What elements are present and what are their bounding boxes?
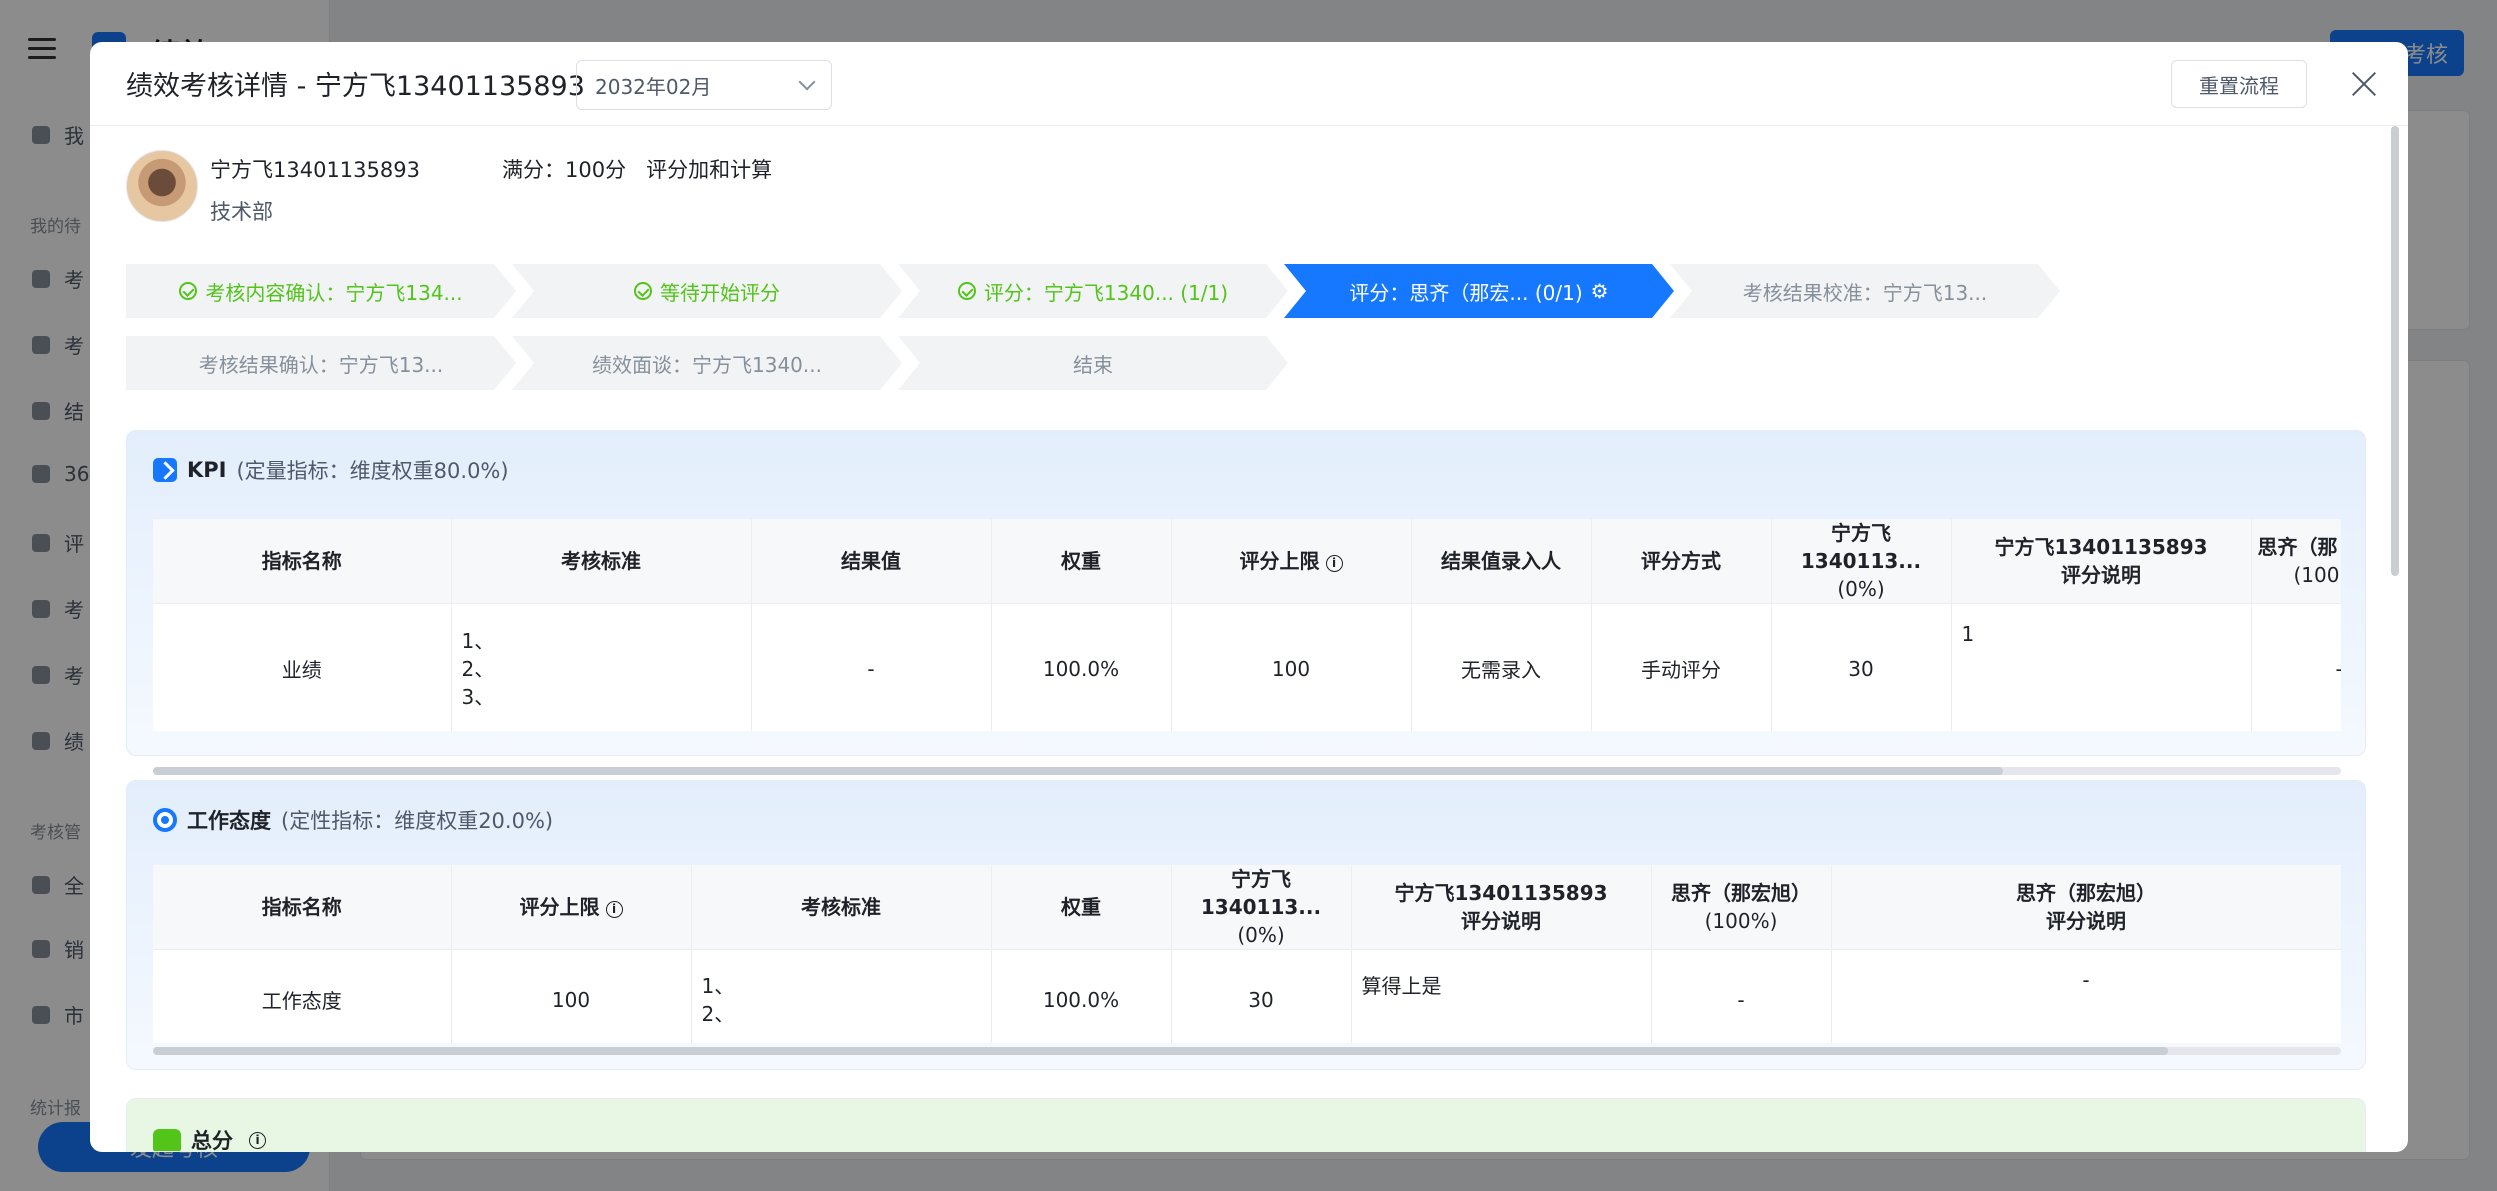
gear-icon: ⚙ <box>1590 279 1609 303</box>
calc-mode: 评分加和计算 <box>646 158 773 182</box>
result-value: - <box>751 603 992 731</box>
col-header: 思齐（那 (100 <box>2251 519 2341 604</box>
col-header: 宁方飞13401135893 评分说明 <box>1951 519 2252 604</box>
attitude-header: 工作态度 (定性指标：维度权重20.0%) <box>153 805 553 835</box>
col-header: 评分上限 i <box>1171 519 1412 604</box>
kpi-header: KPI (定量指标：维度权重80.0%) <box>153 455 509 485</box>
reviewer-score: - <box>2251 603 2341 731</box>
scrollbar-thumb[interactable] <box>153 1047 2168 1055</box>
assessment-standard: 1、 2、 <box>691 949 992 1043</box>
self-score: 30 <box>1771 603 1952 731</box>
total-section: 总分 i <box>126 1098 2366 1152</box>
table-header-row: 指标名称 考核标准 结果值 权重 评分上限 i 结果值录入人 评分方式 宁方飞13… <box>153 519 2341 604</box>
modal-title: 绩效考核详情 - 宁方飞13401135893 <box>126 71 585 102</box>
col-header: 宁方飞1340113... (0%) <box>1771 519 1952 604</box>
weight: 100.0% <box>991 949 1172 1043</box>
table-header-row: 指标名称 评分上限 i 考核标准 权重 宁方飞1340113... (0%) 宁方飞… <box>153 865 2341 950</box>
col-header: 指标名称 <box>153 865 452 950</box>
attitude-subtitle: (定性指标：维度权重20.0%) <box>281 809 554 833</box>
total-header: 总分 i <box>153 1125 266 1152</box>
step-item-active[interactable]: 评分：思齐（那宏... (0/1) ⚙ <box>1284 264 1674 318</box>
avatar <box>126 150 198 222</box>
col-header: 考核标准 <box>691 865 992 950</box>
attitude-table-wrap: 指标名称 评分上限 i 考核标准 权重 宁方飞1340113... (0%) 宁方飞… <box>153 865 2341 1043</box>
table-row: 业绩 1、2、3、 - 100.0% 100 无需录入 手动评分 30 1 - <box>153 603 2341 731</box>
check-circle-icon <box>958 282 976 300</box>
col-header: 结果值 <box>751 519 992 604</box>
step-item[interactable]: 绩效面谈：宁方飞1340... <box>512 336 902 390</box>
check-circle-icon <box>179 282 197 300</box>
self-score-note: 算得上是 <box>1351 949 1652 1043</box>
kpi-table: 指标名称 考核标准 结果值 权重 评分上限 i 结果值录入人 评分方式 宁方飞13… <box>153 519 2341 731</box>
result-entry: 无需录入 <box>1411 603 1592 731</box>
vertical-scrollbar[interactable] <box>2390 126 2400 1146</box>
indicator-name: 业绩 <box>153 603 452 731</box>
indicator-name: 工作态度 <box>153 949 452 1043</box>
info-icon[interactable]: i <box>1325 555 1343 572</box>
kpi-title: KPI <box>187 458 227 482</box>
attitude-title: 工作态度 <box>187 809 271 833</box>
review-detail-modal: 绩效考核详情 - 宁方飞13401135893 2032年02月 重置流程 宁方… <box>90 42 2408 1152</box>
step-item[interactable]: 结束 <box>898 336 1288 390</box>
kpi-hscrollbar[interactable] <box>153 767 2341 775</box>
month-select[interactable]: 2032年02月 <box>576 60 832 110</box>
col-header: 考核标准 <box>451 519 752 604</box>
check-circle-icon <box>634 282 652 300</box>
reset-flow-button[interactable]: 重置流程 <box>2171 60 2307 108</box>
score-cap: 100 <box>451 949 692 1043</box>
self-score: 30 <box>1171 949 1352 1043</box>
target-icon <box>153 808 177 832</box>
info-icon[interactable]: i <box>605 901 623 918</box>
step-item[interactable]: 评分：宁方飞1340... (1/1) <box>898 264 1288 318</box>
col-header: 权重 <box>991 519 1172 604</box>
step-item[interactable]: 等待开始评分 <box>512 264 902 318</box>
send-icon <box>153 458 177 482</box>
col-header: 宁方飞1340113... (0%) <box>1171 865 1352 950</box>
attitude-table: 指标名称 评分上限 i 考核标准 权重 宁方飞1340113... (0%) 宁方飞… <box>153 865 2341 1043</box>
scrollbar-thumb[interactable] <box>153 767 2003 775</box>
score-cap: 100 <box>1171 603 1412 731</box>
kpi-table-wrap: 指标名称 考核标准 结果值 权重 评分上限 i 结果值录入人 评分方式 宁方飞13… <box>153 519 2341 731</box>
col-header: 思齐（那宏旭） (100%) <box>1651 865 1832 950</box>
reviewer-score: - <box>1651 949 1832 1043</box>
user-info: 宁方飞13401135893 满分：100分 评分加和计算 技术部 <box>210 154 772 226</box>
user-department: 技术部 <box>210 200 273 224</box>
attitude-section: 工作态度 (定性指标：维度权重20.0%) 指标名称 评分上限 i 考核标准 权重… <box>126 780 2366 1070</box>
user-name: 宁方飞13401135893 <box>210 158 420 182</box>
score-method: 手动评分 <box>1591 603 1772 731</box>
info-icon[interactable]: i <box>249 1131 266 1149</box>
assessment-standard: 1、 2、 3、 <box>451 603 752 731</box>
step-item[interactable]: 考核内容确认：宁方飞134... <box>126 264 516 318</box>
col-header: 宁方飞13401135893 评分说明 <box>1351 865 1652 950</box>
table-row: 工作态度 100 1、 2、 100.0% 30 算得上是 - - <box>153 949 2341 1043</box>
full-score: 满分：100分 <box>501 158 627 182</box>
self-score-note: 1 <box>1951 603 2252 731</box>
col-header: 评分上限 i <box>451 865 692 950</box>
scrollbar-thumb[interactable] <box>2391 126 2399 576</box>
col-header: 结果值录入人 <box>1411 519 1592 604</box>
col-header: 评分方式 <box>1591 519 1772 604</box>
attitude-hscrollbar[interactable] <box>153 1047 2341 1055</box>
modal-header: 绩效考核详情 - 宁方飞13401135893 2032年02月 重置流程 <box>90 42 2408 126</box>
step-item[interactable]: 考核结果确认：宁方飞13... <box>126 336 516 390</box>
kpi-section: KPI (定量指标：维度权重80.0%) 指标名称 考核标准 结果值 权重 评分… <box>126 430 2366 775</box>
total-title: 总分 <box>191 1129 233 1152</box>
weight: 100.0% <box>991 603 1172 731</box>
reviewer-score-note: - <box>1831 949 2341 1043</box>
step-item[interactable]: 考核结果校准：宁方飞13... <box>1670 264 2060 318</box>
crown-icon <box>153 1129 181 1151</box>
month-value: 2032年02月 <box>595 74 712 99</box>
kpi-subtitle: (定量指标：维度权重80.0%) <box>236 459 509 483</box>
col-header: 指标名称 <box>153 519 452 604</box>
close-icon[interactable] <box>2346 66 2382 102</box>
chevron-down-icon <box>798 73 816 91</box>
col-header: 思齐（那宏旭） 评分说明 <box>1831 865 2341 950</box>
col-header: 权重 <box>991 865 1172 950</box>
